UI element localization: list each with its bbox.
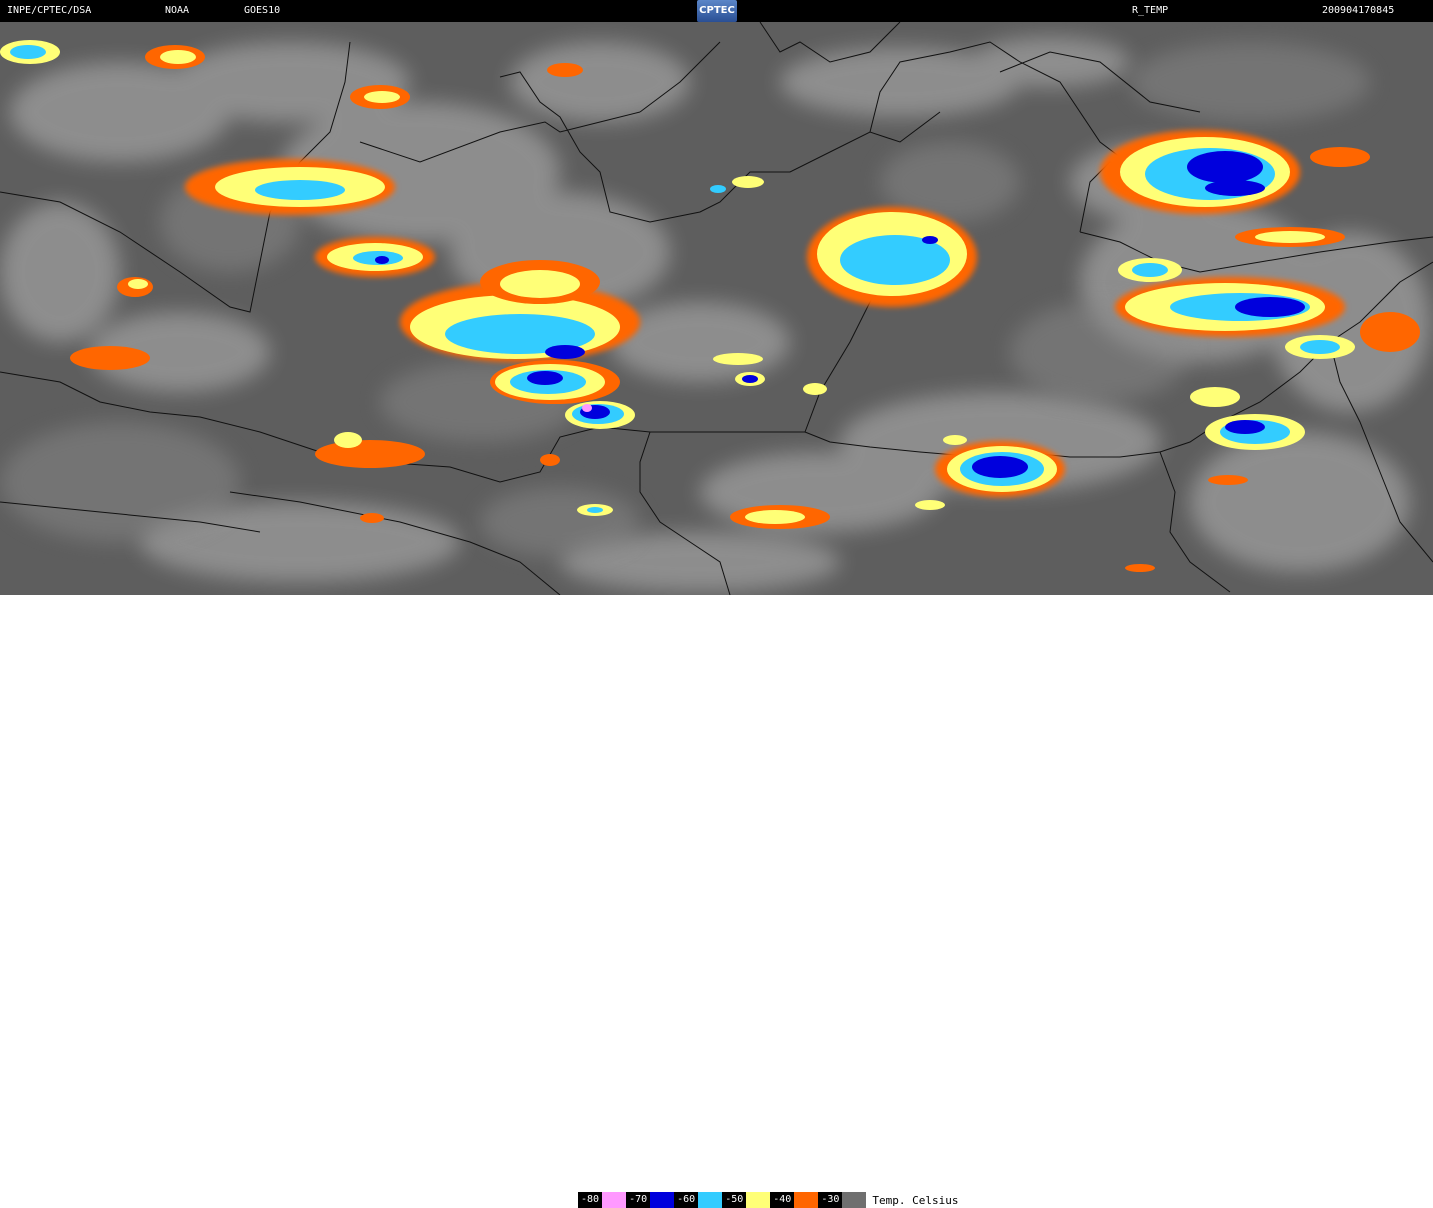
legend-label: -50 — [722, 1192, 747, 1208]
legend-label: -60 — [674, 1192, 699, 1208]
legend-swatch — [650, 1192, 675, 1208]
legend-swatch — [602, 1192, 627, 1208]
source-label: NOAA — [165, 5, 190, 16]
legend-item: -60 — [674, 1192, 723, 1208]
header-bar: INPE/CPTEC/DSA NOAA GOES10 CPTEC R_TEMP … — [0, 0, 1433, 22]
legend-item: -40 — [770, 1192, 819, 1208]
legend-label: -40 — [770, 1192, 795, 1208]
storm-system-center — [807, 207, 977, 307]
legend-item: -80 — [578, 1192, 627, 1208]
legend-swatch — [794, 1192, 819, 1208]
timestamp-label: 200904170845 — [1322, 5, 1395, 16]
legend-item: -50 — [722, 1192, 771, 1208]
legend-item: -70 — [626, 1192, 675, 1208]
legend-swatch — [698, 1192, 723, 1208]
satellite-image — [0, 21, 1433, 596]
storm-system-nw-1 — [185, 159, 395, 215]
legend-item: -30 — [818, 1192, 867, 1208]
legend-swatch — [842, 1192, 867, 1208]
cptec-logo: CPTEC — [697, 0, 737, 22]
temperature-legend: -80 -70 -60 -50 -40 -30 Temp. Celsius — [578, 1192, 958, 1208]
legend-swatch — [746, 1192, 771, 1208]
agency-label: INPE/CPTEC/DSA — [7, 5, 92, 16]
storm-system-nw-2 — [315, 237, 435, 277]
legend-title: Temp. Celsius — [872, 1193, 959, 1207]
storm-system-pink-core — [565, 401, 635, 429]
satellite-map — [0, 21, 1433, 596]
product-label: R_TEMP — [1132, 5, 1169, 16]
legend-label: -70 — [626, 1192, 651, 1208]
legend-label: -30 — [818, 1192, 843, 1208]
legend-label: -80 — [578, 1192, 603, 1208]
legend-bar: -80 -70 -60 -50 -40 -30 Temp. Celsius — [0, 595, 1433, 1208]
satellite-label: GOES10 — [244, 5, 281, 16]
